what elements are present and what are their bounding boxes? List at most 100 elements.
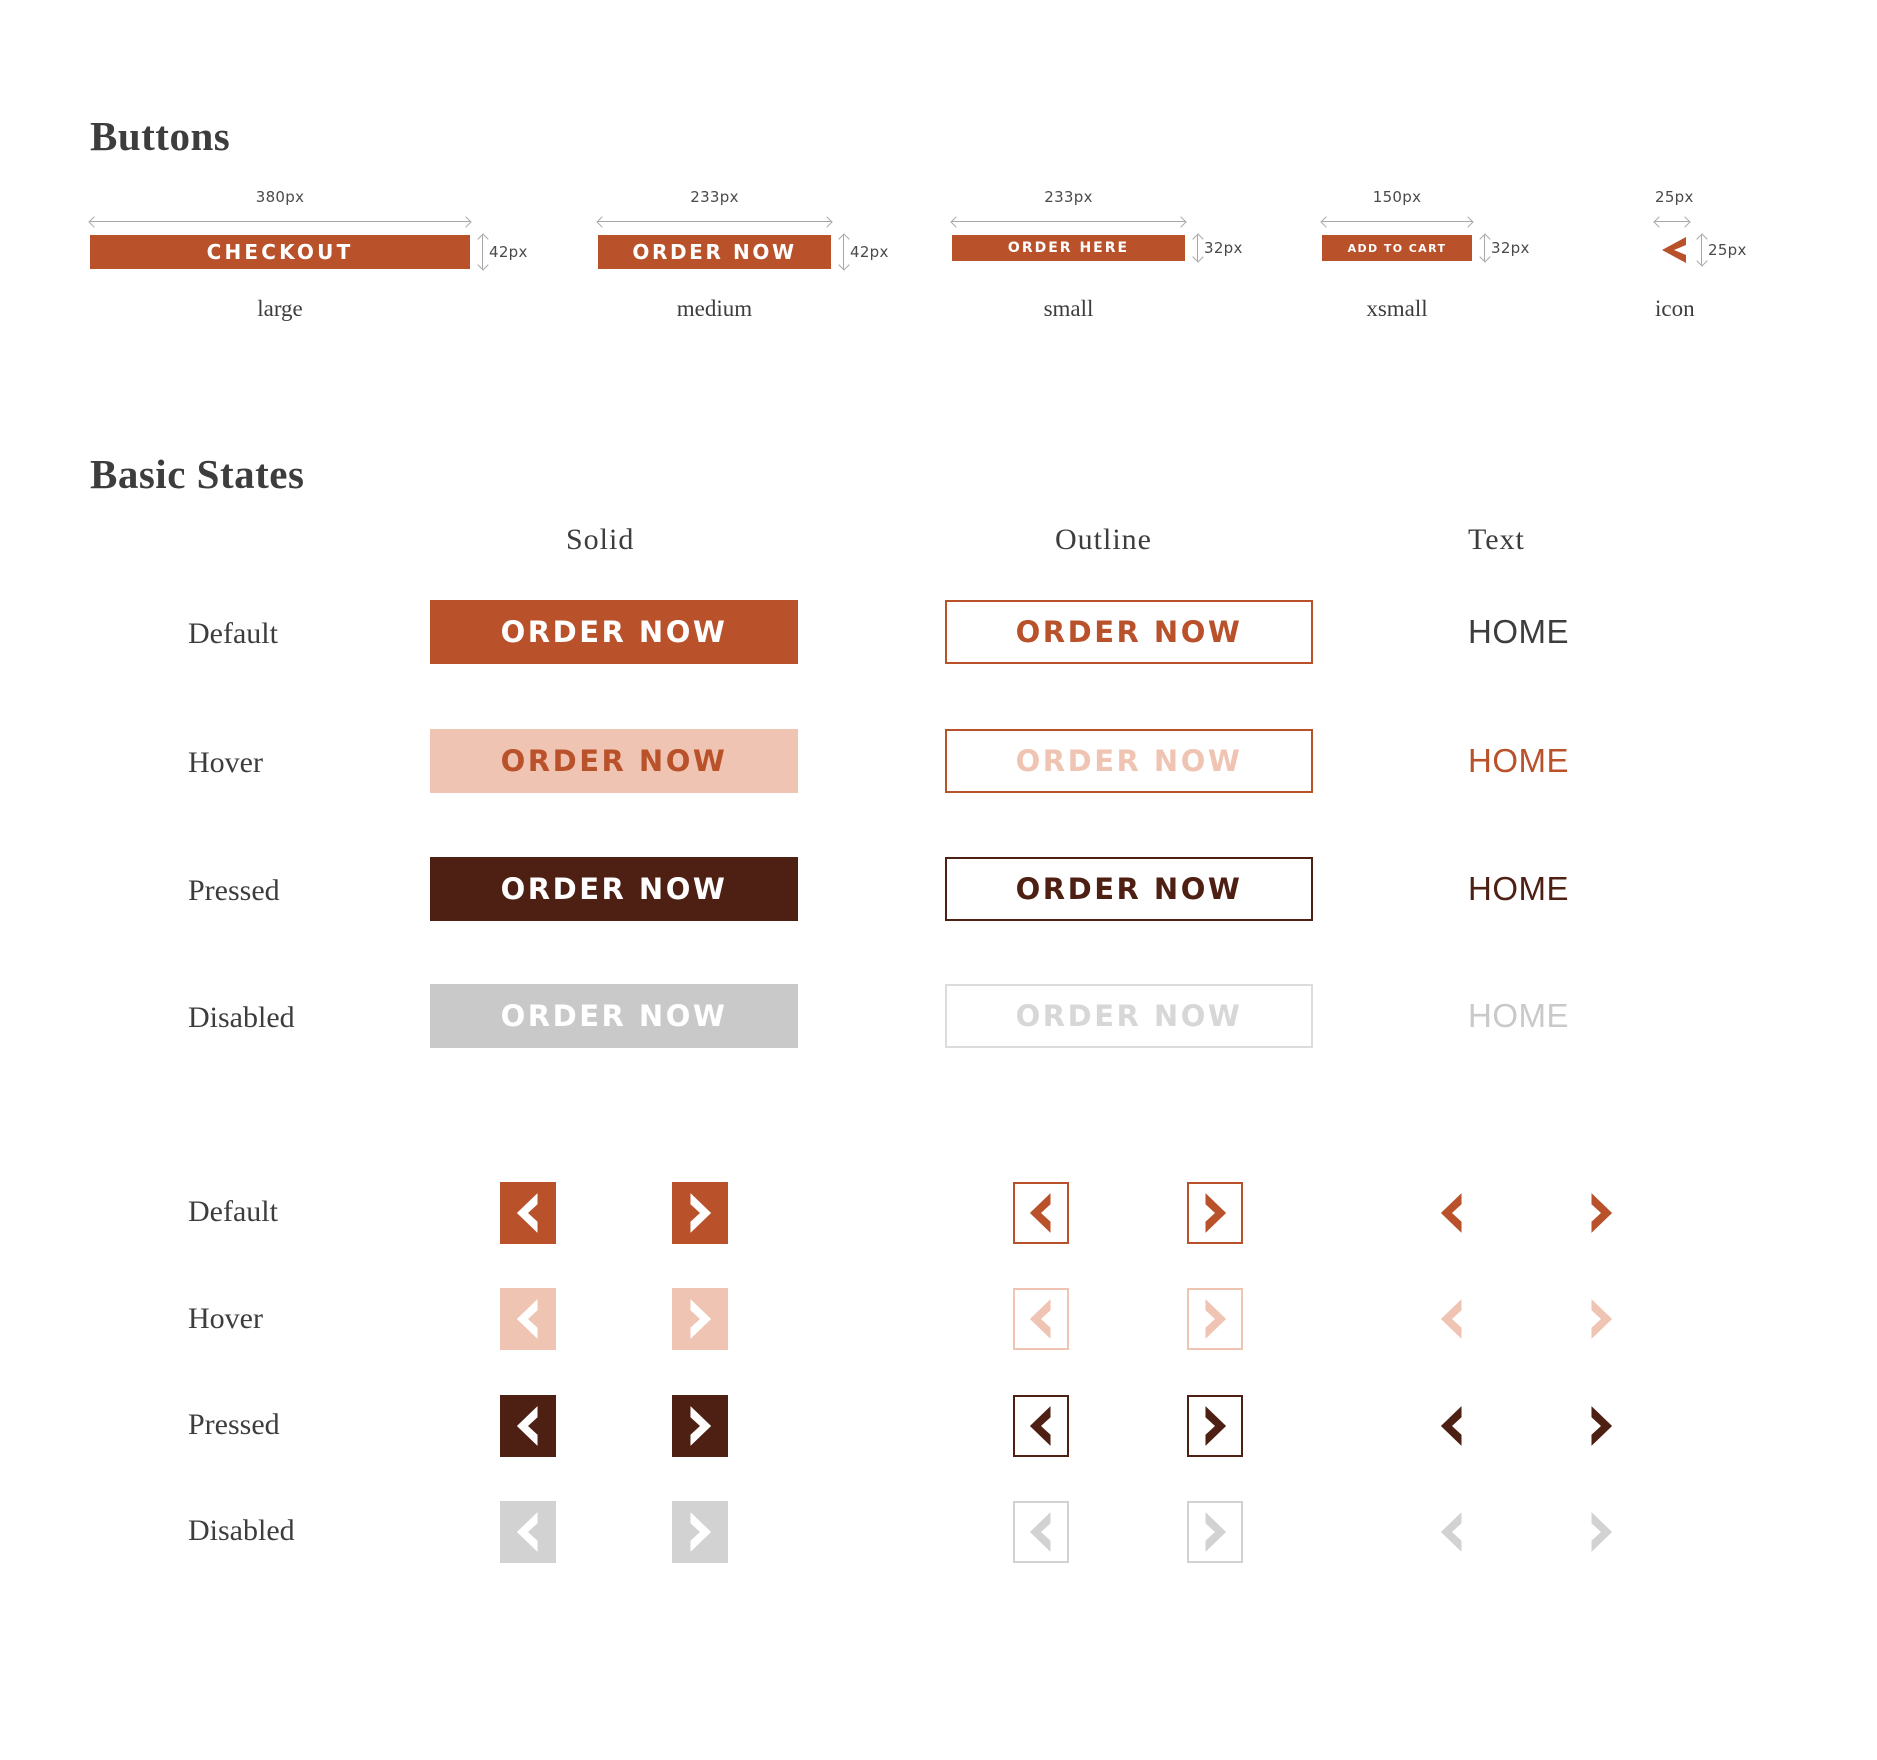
chevron-right-icon [1591, 1406, 1613, 1446]
chevron-left-icon [1029, 1193, 1051, 1233]
height-dimension-group: 42px [482, 235, 528, 269]
size-spec-width-label: 233px [1044, 188, 1093, 206]
height-dimension-group: 32px [1197, 235, 1243, 261]
arrow-plain-left-disabled [1424, 1501, 1480, 1563]
chevron-left-icon [1029, 1406, 1051, 1446]
size-spec-height-label: 42px [850, 243, 889, 261]
outline-button-pressed[interactable]: ORDER NOW [945, 857, 1313, 921]
arrow-outline-right-pressed[interactable] [1187, 1395, 1243, 1457]
arrow-outline-left-hover[interactable] [1013, 1288, 1069, 1350]
outline-button-label: ORDER NOW [1015, 872, 1243, 906]
chevron-right-icon [690, 1406, 712, 1446]
size-spec-height-label: 42px [489, 243, 528, 261]
outline-button-label: ORDER NOW [1015, 615, 1243, 649]
style-guide-page: Buttons 380px CHECKOUT 42px large 233px ORDER… [0, 0, 1877, 1760]
arrow-solid-left-hover[interactable] [500, 1288, 556, 1350]
size-spec-button-label: ADD TO CART [1347, 241, 1447, 255]
solid-button-pressed[interactable]: ORDER NOW [430, 857, 798, 921]
arrow-plain-left-pressed[interactable] [1424, 1395, 1480, 1457]
chevron-right-icon [1205, 1406, 1227, 1446]
chevron-right-icon [1205, 1299, 1227, 1339]
dimension-arrow-vertical [1484, 235, 1485, 261]
arrow-row-label-pressed: Pressed [188, 1408, 280, 1441]
arrow-outline-right-default[interactable] [1187, 1182, 1243, 1244]
arrow-plain-left-hover[interactable] [1424, 1288, 1480, 1350]
chevron-left-icon [516, 1512, 538, 1552]
chevron-left-icon [1440, 1512, 1462, 1552]
size-spec-button-small[interactable]: ORDER HERE [952, 235, 1185, 261]
solid-button-label: ORDER NOW [500, 872, 728, 906]
chevron-left-icon [516, 1193, 538, 1233]
text-button-default[interactable]: HOME [1468, 613, 1569, 651]
text-button-hover[interactable]: HOME [1468, 742, 1569, 780]
dimension-arrow-vertical [843, 235, 844, 269]
arrow-outline-left-default[interactable] [1013, 1182, 1069, 1244]
chevron-left-icon [1029, 1512, 1051, 1552]
solid-button-label: ORDER NOW [500, 615, 728, 649]
icon-button-specimen[interactable] [1655, 235, 1689, 265]
state-row-label-pressed: Pressed [188, 874, 280, 907]
dimension-arrow-vertical [482, 235, 483, 269]
chevron-right-icon [1205, 1512, 1227, 1552]
solid-button-default[interactable]: ORDER NOW [430, 600, 798, 664]
arrow-plain-right-default[interactable] [1573, 1182, 1629, 1244]
chevron-right-icon [690, 1193, 712, 1233]
size-spec-width-label: 380px [255, 188, 305, 206]
arrow-plain-right-hover[interactable] [1573, 1288, 1629, 1350]
chevron-left-icon [1662, 237, 1686, 263]
text-button-disabled: HOME [1468, 997, 1569, 1034]
arrow-solid-left-default[interactable] [500, 1182, 556, 1244]
width-dimension-line [90, 215, 470, 227]
basic-states-section-title: Basic States [90, 451, 305, 497]
arrow-solid-right-hover[interactable] [672, 1288, 728, 1350]
arrow-outline-right-disabled [1187, 1501, 1243, 1563]
height-dimension-group: 32px [1484, 235, 1530, 261]
width-dimension-line [1322, 215, 1472, 227]
size-spec-height-label: 32px [1204, 239, 1243, 257]
size-spec-width-label: 25px [1655, 188, 1694, 206]
size-spec-width-label: 150px [1372, 188, 1422, 206]
arrow-plain-left-default[interactable] [1424, 1182, 1480, 1244]
solid-button-disabled: ORDER NOW [430, 984, 798, 1048]
state-row-label-default: Default [188, 617, 278, 650]
chevron-right-icon [690, 1299, 712, 1339]
chevron-left-icon [1440, 1299, 1462, 1339]
size-spec-button-medium[interactable]: ORDER NOW [598, 235, 831, 269]
outline-button-hover[interactable]: ORDER NOW [945, 729, 1313, 793]
height-dimension-group: 25px [1701, 235, 1747, 265]
arrow-solid-right-disabled [672, 1501, 728, 1563]
chevron-right-icon [1205, 1193, 1227, 1233]
size-spec-button-xsmall[interactable]: ADD TO CART [1322, 235, 1472, 261]
column-header-outline: Outline [1055, 523, 1152, 556]
chevron-left-icon [1029, 1299, 1051, 1339]
column-header-text: Text [1468, 523, 1525, 556]
arrow-plain-right-pressed[interactable] [1573, 1395, 1629, 1457]
arrow-solid-left-disabled [500, 1501, 556, 1563]
state-row-label-disabled: Disabled [188, 1001, 295, 1034]
chevron-left-icon [1440, 1406, 1462, 1446]
arrow-solid-right-pressed[interactable] [672, 1395, 728, 1457]
size-spec-button-large[interactable]: CHECKOUT [90, 235, 470, 269]
arrow-outline-right-hover[interactable] [1187, 1288, 1243, 1350]
arrow-solid-right-default[interactable] [672, 1182, 728, 1244]
dimension-arrow-horizontal [952, 220, 1185, 222]
outline-button-default[interactable]: ORDER NOW [945, 600, 1313, 664]
text-button-pressed[interactable]: HOME [1468, 870, 1569, 908]
dimension-arrow-vertical [1197, 235, 1198, 261]
solid-button-hover[interactable]: ORDER NOW [430, 729, 798, 793]
dimension-arrow-horizontal [598, 220, 831, 222]
size-spec-button-label: ORDER HERE [1007, 240, 1130, 256]
size-spec-name-label: medium [676, 296, 753, 321]
width-dimension-line [598, 215, 831, 227]
arrow-row-label-disabled: Disabled [188, 1514, 295, 1547]
width-dimension-line [1655, 215, 1689, 227]
chevron-right-icon [690, 1512, 712, 1552]
arrow-solid-left-pressed[interactable] [500, 1395, 556, 1457]
size-spec-height-label: 25px [1708, 241, 1747, 259]
arrow-outline-left-disabled [1013, 1501, 1069, 1563]
arrow-outline-left-pressed[interactable] [1013, 1395, 1069, 1457]
chevron-right-icon [1591, 1193, 1613, 1233]
column-header-solid: Solid [566, 523, 635, 556]
size-spec-button-label: CHECKOUT [206, 240, 354, 264]
width-dimension-line [952, 215, 1185, 227]
